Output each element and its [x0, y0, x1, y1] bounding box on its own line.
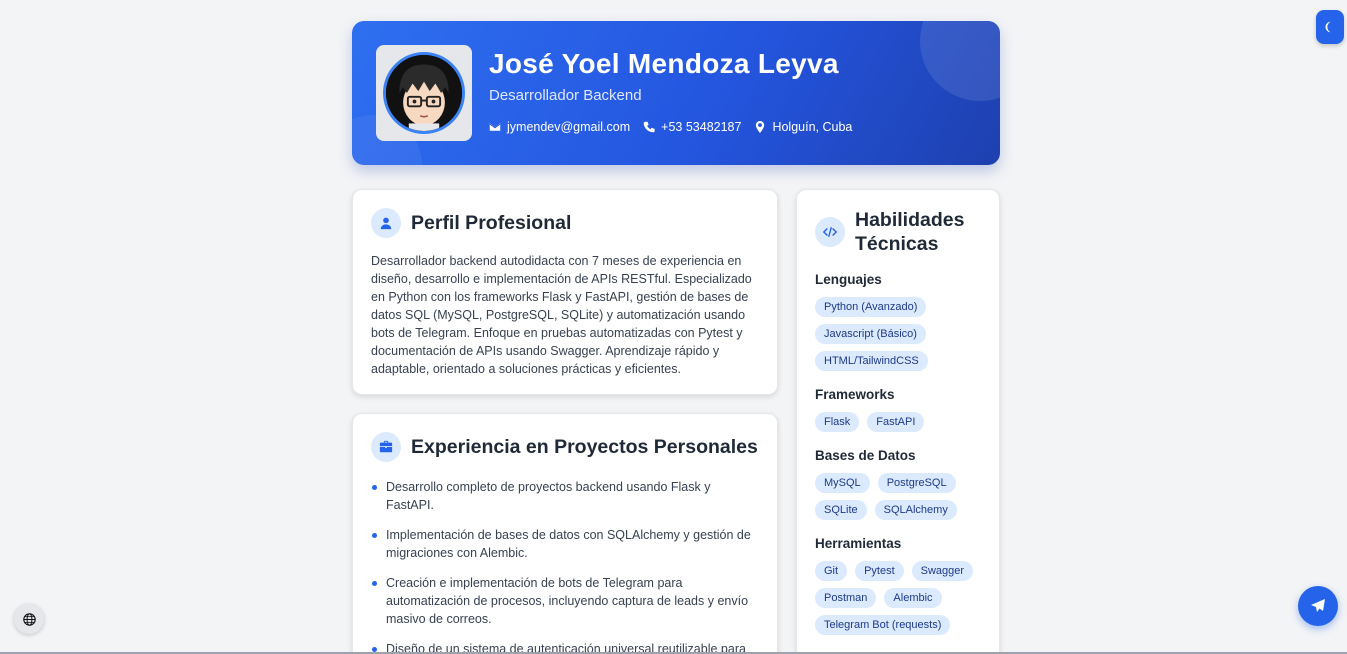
skill-tag: FastAPI — [867, 412, 925, 432]
skills-card-header: Habilidades Técnicas — [815, 208, 981, 256]
profile-card-title: Perfil Profesional — [411, 211, 572, 234]
language-button[interactable] — [14, 604, 44, 634]
experience-list: Desarrollo completo de proyectos backend… — [371, 478, 759, 654]
skill-tag: MySQL — [815, 473, 870, 493]
contact-email-text: jymendev@gmail.com — [507, 120, 631, 134]
skill-tag: SQLAlchemy — [874, 500, 957, 520]
skill-group-title: Lenguajes — [815, 272, 882, 287]
skill-tag: Javascript (Básico) — [815, 324, 926, 344]
contact-location-text: Holguín, Cuba — [772, 120, 853, 134]
skill-group-title: Herramientas — [815, 536, 902, 551]
profile-card-header: Perfil Profesional — [371, 208, 759, 238]
contact-email[interactable]: jymendev@gmail.com — [489, 120, 630, 134]
map-pin-icon — [756, 121, 765, 133]
list-item: Desarrollo completo de proyectos backend… — [371, 478, 759, 514]
skill-tags-languages: Python (Avanzado) Javascript (Básico) HT… — [815, 297, 981, 371]
profile-header: José Yoel Mendoza Leyva Desarrollador Ba… — [352, 21, 1000, 165]
profile-summary: Desarrollador backend autodidacta con 7 … — [371, 254, 752, 376]
globe-icon — [22, 612, 36, 626]
profile-card: Perfil Profesional Desarrollador backend… — [352, 189, 778, 395]
skill-tag: Swagger — [911, 561, 974, 581]
avatar-frame — [376, 45, 472, 141]
contact-list: jymendev@gmail.com +53 53482187 Holguín,… — [489, 120, 852, 134]
profile-name: José Yoel Mendoza Leyva — [489, 48, 839, 79]
skill-tag: HTML/TailwindCSS — [815, 351, 928, 371]
contact-send-button[interactable] — [1298, 586, 1338, 626]
list-item: Creación e implementación de bots de Tel… — [371, 574, 759, 628]
experience-card: Experiencia en Proyectos Personales Desa… — [352, 413, 778, 654]
skills-card: Habilidades Técnicas Lenguajes Python (A… — [796, 189, 1000, 654]
skill-tag: SQLite — [815, 500, 867, 520]
skill-tag: PostgreSQL — [877, 473, 956, 493]
skill-tag: Python (Avanzado) — [815, 297, 927, 317]
skill-tag: Telegram Bot (requests) — [815, 615, 951, 635]
skill-tags-databases: MySQL PostgreSQL SQLite SQLAlchemy — [815, 473, 981, 520]
contact-phone-text: +53 53482187 — [661, 120, 742, 134]
experience-card-title: Experiencia en Proyectos Personales — [411, 435, 758, 458]
contact-phone[interactable]: +53 53482187 — [643, 120, 741, 134]
skill-tags-frameworks: Flask FastAPI — [815, 412, 981, 432]
skills-card-title: Habilidades Técnicas — [855, 209, 965, 255]
skill-tags-tools: Git Pytest Swagger Postman Alembic Teleg… — [815, 561, 981, 635]
phone-icon — [643, 121, 655, 133]
avatar — [383, 52, 465, 134]
briefcase-icon — [371, 432, 401, 462]
skill-tag: Git — [815, 561, 848, 581]
header-decoration — [920, 21, 1000, 101]
code-icon — [815, 217, 845, 247]
skill-group-title: Bases de Datos — [815, 448, 916, 463]
envelope-icon — [489, 123, 501, 131]
user-icon — [371, 208, 401, 238]
profile-role: Desarrollador Backend — [489, 87, 642, 104]
list-item: Implementación de bases de datos con SQL… — [371, 526, 759, 562]
skill-tag: Alembic — [884, 588, 942, 608]
paper-plane-icon — [1311, 599, 1325, 612]
contact-location: Holguín, Cuba — [754, 120, 852, 134]
skill-tag: Pytest — [855, 561, 904, 581]
moon-icon — [1325, 21, 1331, 33]
theme-toggle-button[interactable] — [1316, 10, 1344, 44]
skill-group-title: Frameworks — [815, 387, 895, 402]
skill-tag: Flask — [815, 412, 860, 432]
skill-tag: Postman — [815, 588, 877, 608]
experience-card-header: Experiencia en Proyectos Personales — [371, 432, 759, 462]
